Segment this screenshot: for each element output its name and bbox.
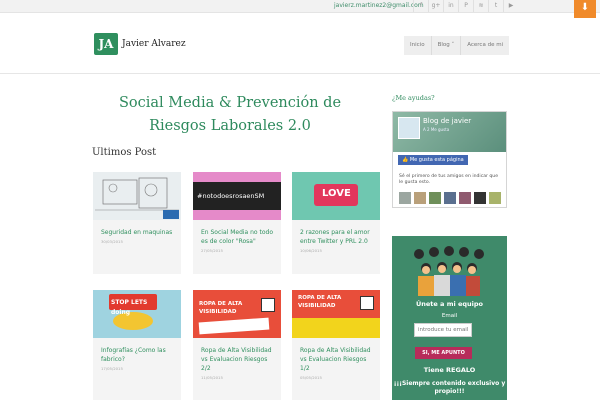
post-thumbnail: ROPA DE ALTA VISIBILIDAD [193, 290, 281, 338]
facebook-widget: Blog de javier A 2 Me gusta 👍 Me gusta e… [392, 111, 507, 208]
thumbs-up-icon: 👍 [402, 157, 410, 163]
twitter-icon[interactable]: t [488, 0, 503, 12]
avatar[interactable] [489, 192, 501, 204]
main-nav: Inicio Blog ˅ Acerca de mi [404, 36, 510, 55]
site-logo[interactable]: JA Javier Alvarez [94, 33, 186, 55]
fb-cover: Blog de javier A 2 Me gusta [393, 112, 506, 152]
post-card[interactable]: ROPA DE ALTA VISIBILIDAD Ropa de Alta Vi… [292, 290, 380, 400]
fb-page-thumbnail[interactable] [398, 117, 420, 139]
google-plus-icon[interactable]: g+ [428, 0, 443, 12]
gift-text: Tiene REGALO [423, 366, 476, 374]
nav-item-blog[interactable]: Blog ˅ [430, 36, 461, 55]
nav-item-acerca[interactable]: Acerca de mi [460, 36, 509, 55]
post-thumbnail [93, 172, 181, 220]
post-thumbnail: #notodoesrosaenSM [193, 172, 281, 220]
pinterest-icon[interactable]: P [458, 0, 473, 12]
fb-page-name[interactable]: Blog de javier [423, 117, 471, 125]
post-title[interactable]: Ropa de Alta Visibilidad vs Evaluacion R… [193, 338, 281, 373]
facebook-icon[interactable]: f [413, 0, 428, 12]
post-title[interactable]: Ropa de Alta Visibilidad vs Evaluacion R… [292, 338, 380, 373]
post-card[interactable]: ROPA DE ALTA VISIBILIDAD Ropa de Alta Vi… [193, 290, 281, 400]
linkedin-icon[interactable]: in [443, 0, 458, 12]
avatar[interactable] [414, 192, 426, 204]
promo-heading: Únete a mi equipo [415, 300, 484, 308]
post-card[interactable]: Seguridad en maquinas 30/03/2015 [93, 172, 181, 274]
post-thumbnail: STOP LETS doing [93, 290, 181, 338]
contact-email[interactable]: javierz.martinez2@gmail.com [334, 2, 424, 9]
logo-text: Javier Alvarez [122, 39, 186, 49]
nav-item-inicio[interactable]: Inicio [404, 36, 431, 55]
fb-page-sub: A 2 Me gusta [423, 127, 450, 132]
email-label: Email [441, 313, 458, 319]
fb-like-button[interactable]: 👍 Me gusta esta página [398, 155, 468, 165]
fb-friends-text: Sé el primero de tus amigos en indicar q… [399, 174, 499, 185]
post-thumbnail: ROPA DE ALTA VISIBILIDAD [292, 290, 380, 338]
avatar[interactable] [474, 192, 486, 204]
post-date: 10/06/2015 [300, 248, 322, 253]
avatar[interactable] [399, 192, 411, 204]
thumb-caption: STOP LETS doing [111, 299, 148, 316]
post-title[interactable]: Infografías ¿Como las fabrico? [93, 338, 181, 364]
post-date: 30/03/2015 [101, 239, 123, 244]
team-illustration [414, 246, 484, 296]
post-thumbnail: LOVE [292, 172, 380, 220]
email-input[interactable] [414, 323, 472, 337]
post-card[interactable]: STOP LETS doing Infografías ¿Como las fa… [93, 290, 181, 400]
page-title: Social Media & Prevención de Riesgos Lab… [118, 95, 342, 134]
fb-like-label: Me gusta esta página [409, 157, 464, 163]
post-card[interactable]: #notodoesrosaenSM En Social Media no tod… [193, 172, 281, 274]
subscribe-button[interactable]: SI, ME APUNTO [415, 347, 472, 359]
section-title: Ultimos Post [92, 147, 157, 158]
avatar[interactable] [459, 192, 471, 204]
newsletter-box: Únete a mi equipo Email SI, ME APUNTO Ti… [392, 236, 507, 400]
post-title[interactable]: 2 razones para el amor entre Twitter y P… [292, 220, 380, 246]
post-date: 17/05/2015 [101, 366, 123, 371]
site-header: JA Javier Alvarez Inicio Blog ˅ Acerca d… [0, 14, 600, 74]
thumb-caption: #notodoesrosaenSM [197, 192, 265, 200]
sidebar-heading: ¿Me ayudas? [392, 94, 435, 102]
post-date: 05/05/2015 [300, 375, 322, 380]
post-title[interactable]: En Social Media no todo es de color "Ros… [193, 220, 281, 246]
exclusive-text: ¡¡¡Siempre contenido exclusivo y propio!… [393, 380, 506, 395]
post-title[interactable]: Seguridad en maquinas [93, 220, 181, 237]
social-icons: f g+ in P ≋ t ▶ [413, 0, 518, 12]
thumb-caption: ROPA DE ALTA VISIBILIDAD [298, 295, 342, 309]
post-date: 11/05/2015 [201, 375, 223, 380]
avatar[interactable] [429, 192, 441, 204]
post-card[interactable]: LOVE 2 razones para el amor entre Twitte… [292, 172, 380, 274]
post-date: 27/05/2015 [201, 248, 223, 253]
thumb-caption: ROPA DE ALTA VISIBILIDAD [199, 301, 243, 315]
logo-mark: JA [94, 33, 118, 55]
top-bar: javierz.martinez2@gmail.com f g+ in P ≋ … [0, 0, 600, 13]
youtube-icon[interactable]: ▶ [503, 0, 518, 12]
thumb-caption: LOVE [322, 188, 351, 199]
fb-avatars [399, 192, 501, 204]
avatar[interactable] [444, 192, 456, 204]
rss-icon[interactable]: ≋ [473, 0, 488, 12]
